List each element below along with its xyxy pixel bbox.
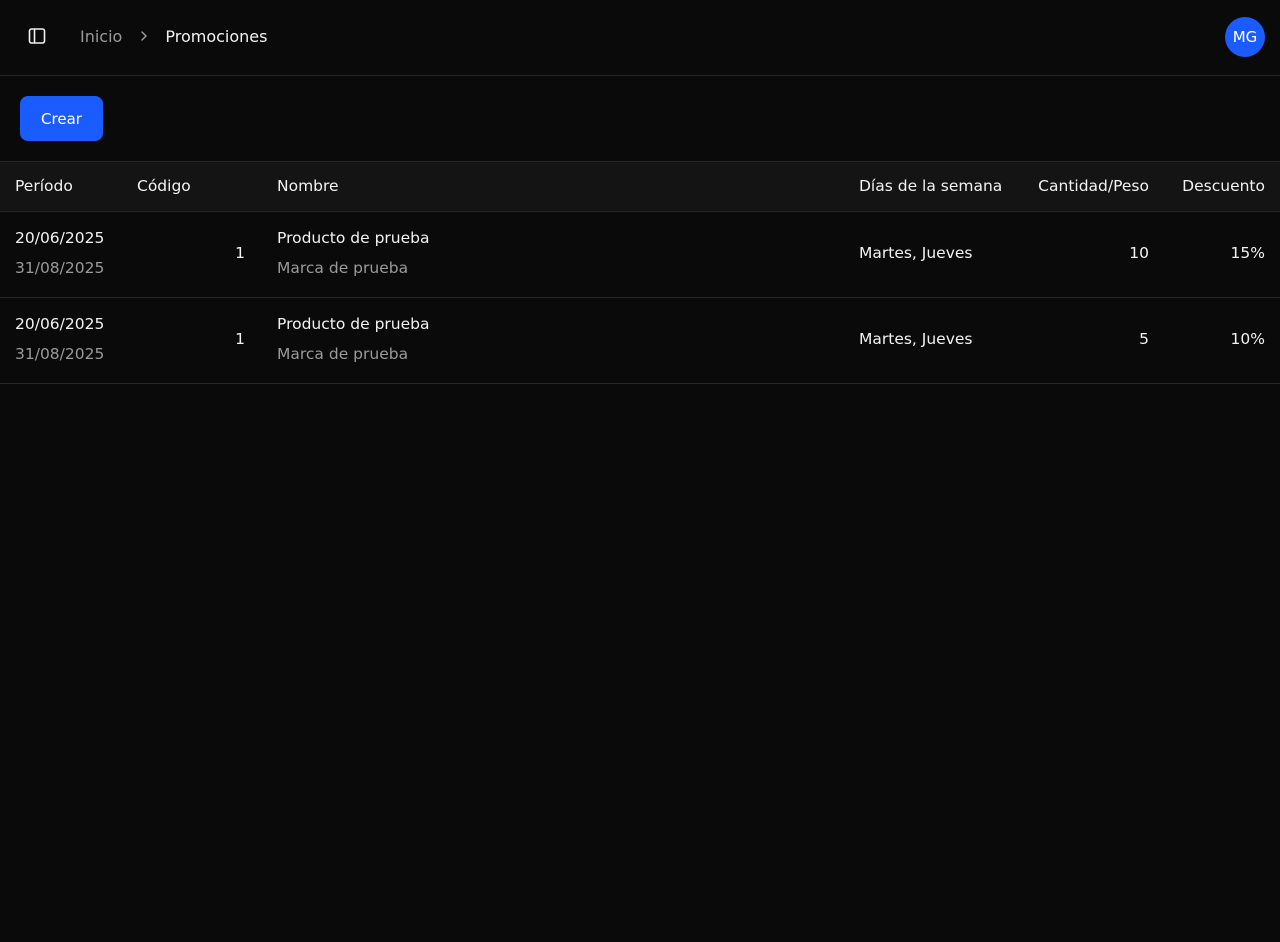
user-avatar[interactable]: MG <box>1225 17 1265 57</box>
chevron-right-icon <box>138 30 150 42</box>
discount: 15% <box>1231 244 1265 262</box>
table-header: Período Código Nombre Días de la semana … <box>0 161 1280 212</box>
brand-name: Marca de prueba <box>277 345 408 363</box>
period-start: 20/06/2025 <box>15 315 104 333</box>
column-header-weekdays[interactable]: Días de la semana <box>859 162 1002 211</box>
breadcrumb-separator <box>122 24 165 48</box>
breadcrumb-home-link[interactable]: Inicio <box>80 27 122 46</box>
sidebar-panel-icon <box>27 26 47 46</box>
product-name: Producto de prueba <box>277 229 429 247</box>
promotion-code: 1 <box>235 244 245 262</box>
sidebar-toggle-button[interactable] <box>22 21 52 51</box>
quantity: 5 <box>1139 330 1149 348</box>
period-end: 31/08/2025 <box>15 345 104 363</box>
column-header-name[interactable]: Nombre <box>277 162 339 211</box>
table-row[interactable]: 20/06/2025 31/08/2025 1 Producto de prue… <box>0 212 1280 298</box>
promotions-table: Período Código Nombre Días de la semana … <box>0 161 1280 384</box>
discount: 10% <box>1231 330 1265 348</box>
table-row[interactable]: 20/06/2025 31/08/2025 1 Producto de prue… <box>0 298 1280 384</box>
period-end: 31/08/2025 <box>15 259 104 277</box>
breadcrumb: Inicio Promociones <box>80 24 267 48</box>
product-name: Producto de prueba <box>277 315 429 333</box>
column-header-discount[interactable]: Descuento <box>1182 162 1265 211</box>
weekdays: Martes, Jueves <box>859 244 973 262</box>
breadcrumb-current-page: Promociones <box>165 27 267 46</box>
period-start: 20/06/2025 <box>15 229 104 247</box>
column-header-code[interactable]: Código <box>137 162 191 211</box>
weekdays: Martes, Jueves <box>859 330 973 348</box>
quantity: 10 <box>1129 244 1149 262</box>
column-header-quantity[interactable]: Cantidad/Peso <box>1038 162 1149 211</box>
brand-name: Marca de prueba <box>277 259 408 277</box>
promotion-code: 1 <box>235 330 245 348</box>
top-bar: Inicio Promociones MG <box>0 0 1280 76</box>
create-button[interactable]: Crear <box>20 96 103 141</box>
column-header-period[interactable]: Período <box>15 162 73 211</box>
